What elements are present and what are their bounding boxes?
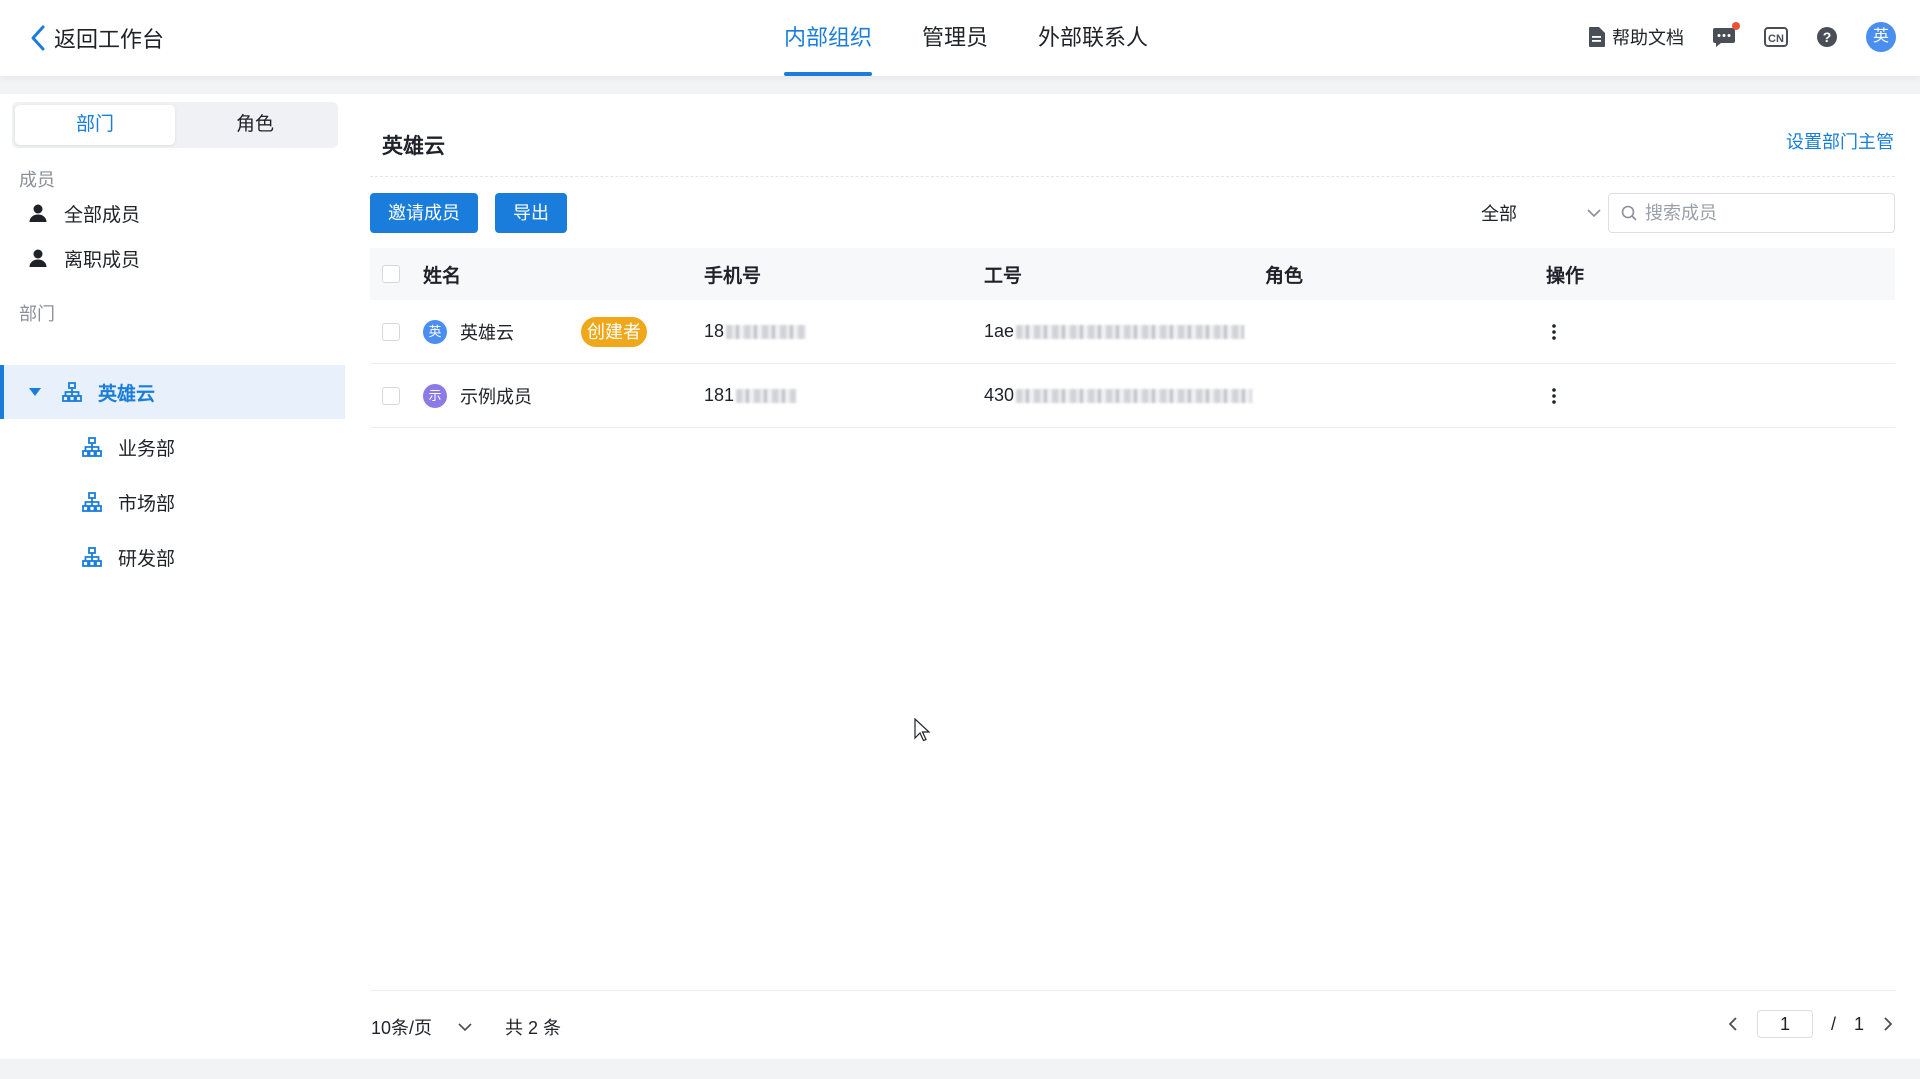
creator-badge: 创建者 <box>581 316 647 347</box>
segment-roles[interactable]: 角色 <box>175 105 335 145</box>
page-number-input[interactable]: 1 <box>1756 1010 1813 1038</box>
member-job-no: 1ae <box>984 321 1015 341</box>
members-table: 姓名 手机号 工号 角色 操作 英 英雄云 创建者 18 1ae 示 示例成员 … <box>370 248 1895 428</box>
help-docs-button[interactable]: 帮助文档 <box>1588 24 1684 50</box>
language-badge-text: CN <box>1768 33 1784 45</box>
notification-dot <box>1732 22 1740 30</box>
member-name: 示例成员 <box>460 386 532 407</box>
search-input[interactable] <box>1645 202 1885 224</box>
table-row[interactable]: 示 示例成员 181 430 <box>370 364 1895 428</box>
org-chart-icon <box>82 492 102 512</box>
total-pages: 1 <box>1853 1013 1864 1034</box>
page-size-select[interactable]: 10条/页 <box>371 1014 472 1040</box>
segment-departments[interactable]: 部门 <box>15 105 175 145</box>
org-chart-icon <box>82 547 102 567</box>
redacted-job-no <box>1016 324 1245 339</box>
member-avatar: 示 <box>423 383 447 408</box>
pagination: 1 / 1 <box>1727 1010 1894 1038</box>
tab-admins[interactable]: 管理员 <box>922 0 988 76</box>
select-all-checkbox[interactable] <box>382 265 400 283</box>
member-name: 英雄云 <box>460 322 514 343</box>
set-dept-manager-link[interactable]: 设置部门主管 <box>1786 128 1894 154</box>
user-avatar[interactable]: 英 <box>1866 22 1896 52</box>
row-checkbox[interactable] <box>382 322 400 341</box>
sidebar-segmented-control: 部门 角色 <box>12 102 338 148</box>
invite-members-button[interactable]: 邀请成员 <box>370 193 478 233</box>
column-header-name: 姓名 <box>423 265 462 287</box>
org-chart-icon <box>62 382 82 402</box>
org-chart-icon <box>82 437 102 457</box>
table-row[interactable]: 英 英雄云 创建者 18 1ae <box>370 300 1895 364</box>
redacted-job-no <box>1016 388 1253 403</box>
tab-external-contacts[interactable]: 外部联系人 <box>1038 0 1148 76</box>
sidebar-item-resigned-members[interactable]: 离职成员 <box>0 231 345 285</box>
sidebar-item-dept-marketing[interactable]: 市场部 <box>0 475 345 529</box>
chevron-left-icon <box>31 25 45 51</box>
departments-section-label: 部门 <box>19 304 55 324</box>
chevron-down-icon <box>1587 209 1601 218</box>
main-nav-tabs: 内部组织 管理员 外部联系人 <box>784 0 1148 76</box>
tab-internal-org[interactable]: 内部组织 <box>784 0 873 76</box>
filter-value: 全部 <box>1481 204 1517 224</box>
member-avatar: 英 <box>423 319 447 344</box>
sidebar-item-label: 业务部 <box>118 438 176 460</box>
export-button[interactable]: 导出 <box>495 193 567 233</box>
member-phone: 18 <box>704 321 725 341</box>
divider <box>370 990 1895 991</box>
column-header-role: 角色 <box>1265 265 1304 287</box>
page-separator: / <box>1830 1013 1836 1034</box>
language-cn-icon: CN <box>1764 27 1788 47</box>
language-button[interactable]: CN <box>1764 26 1788 48</box>
column-header-actions: 操作 <box>1546 265 1585 287</box>
back-to-workbench-link[interactable]: 返回工作台 <box>28 22 164 54</box>
help-docs-label: 帮助文档 <box>1612 28 1684 48</box>
sidebar: 部门 角色 成员 全部成员 离职成员 部门 英雄云 业务部 市场部 研发部 <box>0 94 345 1059</box>
more-actions-icon[interactable] <box>1542 384 1566 408</box>
table-header: 姓名 手机号 工号 角色 操作 <box>370 248 1895 300</box>
document-icon <box>1589 27 1605 47</box>
redacted-phone <box>736 388 797 403</box>
header-tools: 帮助文档 CN ? 英 <box>1588 22 1896 52</box>
sidebar-item-dept-rnd[interactable]: 研发部 <box>0 530 345 584</box>
page-title: 英雄云 <box>382 135 445 158</box>
sidebar-item-label: 研发部 <box>118 548 176 570</box>
chat-icon <box>1713 28 1735 47</box>
sidebar-item-dept-root[interactable]: 英雄云 <box>0 365 345 419</box>
sidebar-item-label: 市场部 <box>118 493 176 515</box>
messages-button[interactable] <box>1712 22 1740 48</box>
sidebar-item-label: 离职成员 <box>64 249 141 271</box>
caret-down-icon <box>29 388 41 396</box>
main-panel: 英雄云 设置部门主管 邀请成员 导出 全部 姓名 手机号 工号 角色 操作 英 … <box>345 94 1920 1059</box>
member-job-no: 430 <box>984 385 1015 405</box>
back-label: 返回工作台 <box>54 27 165 52</box>
mouse-cursor-icon <box>914 718 930 742</box>
question-icon: ? <box>1817 27 1837 47</box>
help-button[interactable]: ? <box>1816 26 1838 48</box>
member-phone: 181 <box>704 385 735 405</box>
svg-text:?: ? <box>1823 29 1832 45</box>
member-search-box[interactable] <box>1608 193 1895 233</box>
member-filter-select[interactable]: 全部 <box>1471 193 1601 233</box>
top-bar: 返回工作台 内部组织 管理员 外部联系人 帮助文档 CN ? 英 <box>0 0 1920 76</box>
person-icon <box>29 204 47 222</box>
person-icon <box>29 249 47 267</box>
sidebar-item-label: 全部成员 <box>64 204 141 226</box>
sidebar-item-label: 英雄云 <box>98 383 156 405</box>
sidebar-item-dept-business[interactable]: 业务部 <box>0 420 345 474</box>
chevron-left-icon[interactable] <box>1727 1016 1739 1032</box>
more-actions-icon[interactable] <box>1542 320 1566 344</box>
divider <box>370 176 1895 177</box>
total-count: 共 2 条 <box>505 1018 562 1038</box>
redacted-phone <box>726 324 807 339</box>
row-checkbox[interactable] <box>382 386 400 405</box>
column-header-phone: 手机号 <box>704 265 762 287</box>
column-header-job-no: 工号 <box>984 265 1023 287</box>
chevron-right-icon[interactable] <box>1882 1016 1894 1032</box>
search-icon <box>1621 205 1637 221</box>
chevron-down-icon <box>458 1023 472 1032</box>
page-size-value: 10条/页 <box>371 1018 433 1038</box>
